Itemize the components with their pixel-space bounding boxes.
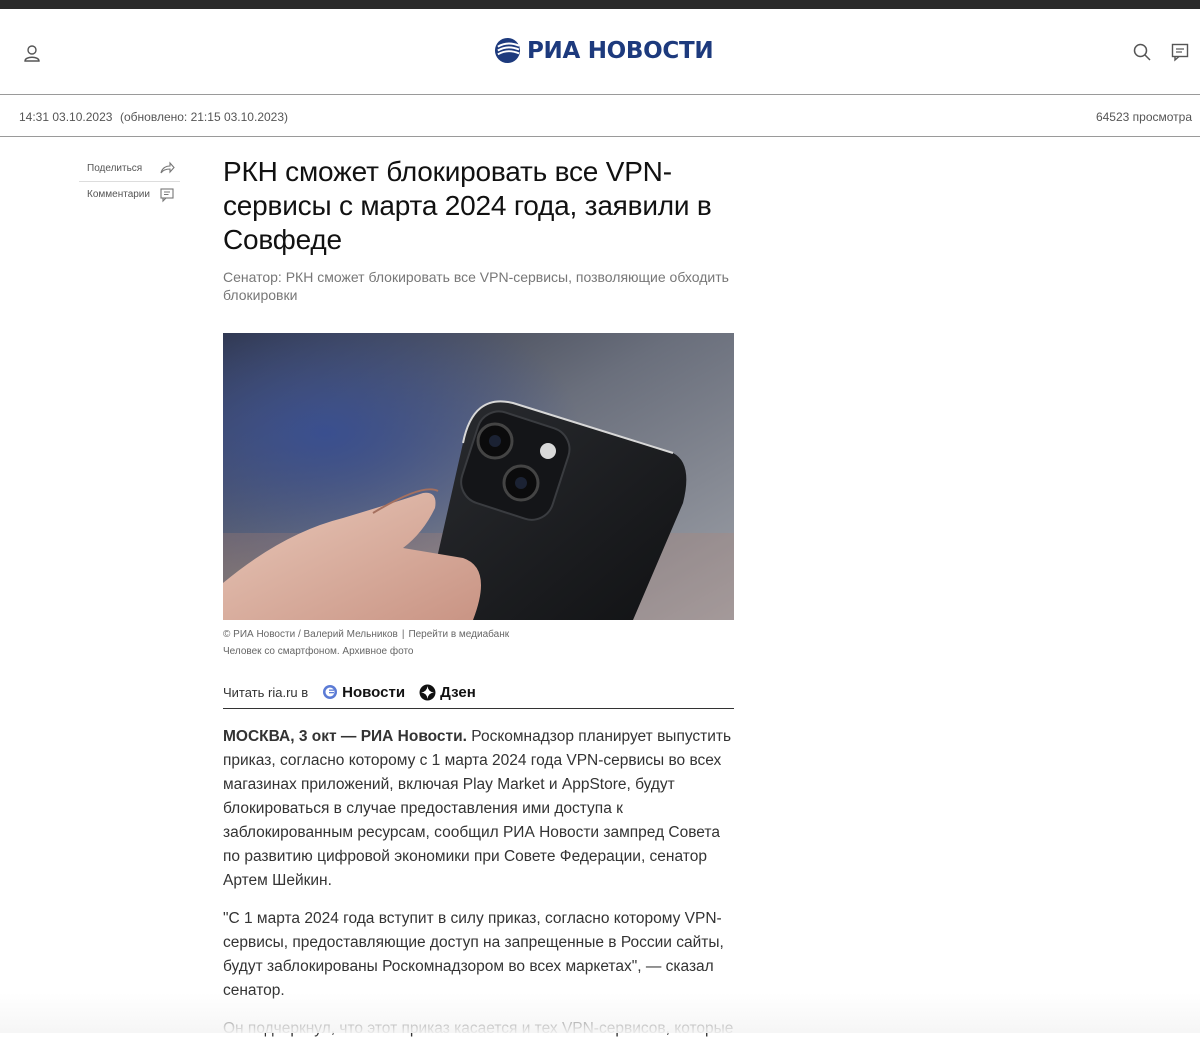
site-header: РИА НОВОСТИ	[0, 9, 1200, 95]
bottom-fade	[0, 993, 1200, 1033]
dzen-label: Дзен	[440, 684, 476, 701]
dzen-icon	[419, 684, 436, 701]
news-link[interactable]: Новости	[322, 684, 405, 701]
mediabank-link[interactable]: Перейти в медиабанк	[408, 629, 509, 640]
article-subtitle: Сенатор: РКН сможет блокировать все VPN-…	[223, 268, 734, 304]
logo-text: РИА НОВОСТИ	[527, 38, 713, 64]
article-title: РКН сможет блокировать все VPN-сервисы с…	[223, 155, 734, 257]
comment-icon	[159, 187, 175, 203]
share-icon	[159, 160, 175, 176]
paragraph-1-text: Роскомнадзор планирует выпустить приказ,…	[223, 728, 731, 889]
credit-separator: |	[402, 629, 405, 640]
article-side-actions: Поделиться Комментарии	[79, 155, 180, 207]
paragraph-1: МОСКВА, 3 окт — РИА Новости. Роскомнадзо…	[223, 725, 734, 893]
article: РКН сможет блокировать все VPN-сервисы с…	[223, 155, 734, 1041]
comments-label: Комментарии	[87, 189, 150, 200]
publish-date: 14:31 03.10.2023	[19, 110, 112, 124]
article-meta-bar: 14:31 03.10.2023 (обновлено: 21:15 03.10…	[0, 95, 1200, 137]
site-logo[interactable]: РИА НОВОСТИ	[494, 37, 713, 64]
photo-caption: Человек со смартфоном. Архивное фото	[223, 646, 734, 657]
dateline: МОСКВА, 3 окт — РИА Новости.	[223, 728, 467, 745]
ria-logo-icon	[494, 37, 521, 64]
comments-icon[interactable]	[1170, 42, 1190, 62]
smartphone-photo	[223, 333, 734, 620]
photo-credit-row: © РИА Новости / Валерий Мельников | Пере…	[223, 629, 734, 640]
article-photo[interactable]	[223, 333, 734, 620]
share-button[interactable]: Поделиться	[79, 155, 180, 181]
read-in-bar: Читать ria.ru в Новости Дзен	[223, 684, 734, 709]
news-label: Новости	[342, 684, 405, 701]
share-label: Поделиться	[87, 163, 142, 174]
photo-credit: © РИА Новости / Валерий Мельников	[223, 629, 398, 640]
dzen-link[interactable]: Дзен	[419, 684, 476, 701]
view-count: 64523 просмотра	[1096, 110, 1192, 124]
top-strip	[0, 0, 1200, 9]
search-icon[interactable]	[1132, 42, 1152, 62]
comments-button[interactable]: Комментарии	[79, 181, 180, 207]
paragraph-2: "С 1 марта 2024 года вступит в силу прик…	[223, 907, 734, 1003]
read-in-label: Читать ria.ru в	[223, 685, 308, 700]
user-icon[interactable]	[22, 43, 42, 63]
update-date: (обновлено: 21:15 03.10.2023)	[120, 110, 288, 124]
news-icon	[322, 684, 338, 700]
